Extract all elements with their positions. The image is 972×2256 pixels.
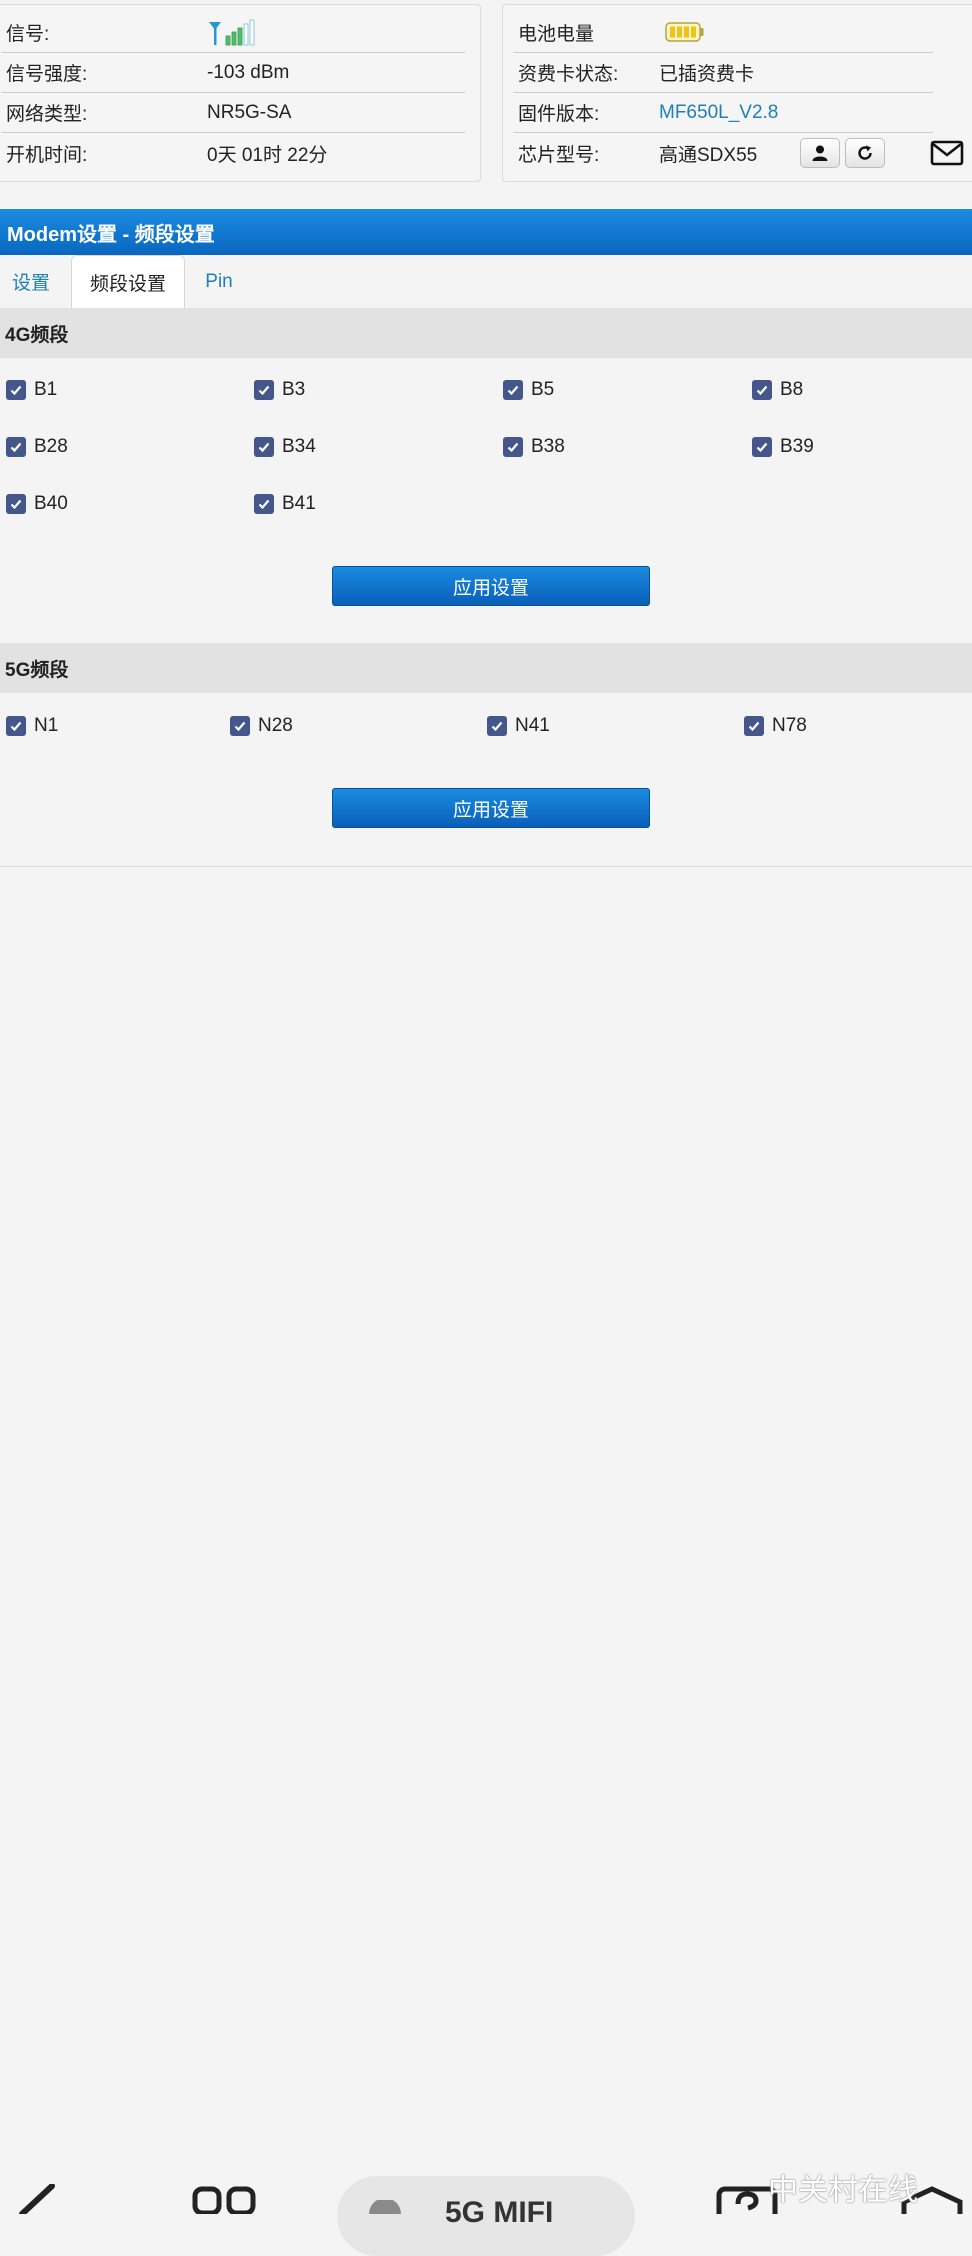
app-name-label: 5G MIFI: [445, 2196, 554, 2229]
band-checkbox-b41[interactable]: B41: [254, 489, 316, 519]
tab-pin[interactable]: Pin: [196, 255, 242, 308]
checkbox-checked-icon[interactable]: [752, 380, 772, 400]
band-label: B38: [531, 436, 565, 457]
band-checkbox-b28[interactable]: B28: [6, 432, 68, 462]
checkbox-checked-icon[interactable]: [6, 380, 26, 400]
band-label: B28: [34, 436, 68, 457]
tab-bar: 设置 频段设置 Pin: [0, 255, 972, 308]
band-label: N41: [515, 715, 550, 736]
tab-band-settings[interactable]: 频段设置: [71, 255, 185, 308]
band-checkbox-b5[interactable]: B5: [503, 375, 554, 405]
firmware-label: 固件版本:: [518, 104, 600, 125]
checkbox-checked-icon[interactable]: [6, 494, 26, 514]
pencil-icon[interactable]: [18, 2184, 58, 2214]
band-checkbox-n28[interactable]: N28: [230, 711, 293, 741]
sim-status-label: 资费卡状态:: [518, 64, 619, 85]
band-checkbox-b40[interactable]: B40: [6, 489, 68, 519]
refresh-icon: [858, 145, 872, 160]
band-label: B40: [34, 493, 68, 514]
apply-4g-button[interactable]: 应用设置: [332, 566, 650, 606]
checkbox-checked-icon[interactable]: [503, 437, 523, 457]
band-checkbox-n41[interactable]: N41: [487, 711, 550, 741]
network-type-row: 网络类型: NR5G-SA: [1, 93, 465, 133]
mail-icon[interactable]: [930, 139, 964, 167]
sim-status-row: 资费卡状态: 已插资费卡: [513, 53, 933, 93]
band-label: B3: [282, 379, 306, 400]
uptime-label: 开机时间:: [6, 144, 88, 166]
band-checkbox-b38[interactable]: B38: [503, 432, 565, 462]
signal-row: 信号:: [1, 13, 465, 53]
watermark: 中关村在线: [768, 2174, 918, 2207]
device-status-panel: 信号: 信号强度: -103 dBm 网络类型: NR5G-SA 开机时间: 0…: [0, 4, 481, 182]
tab-settings[interactable]: 设置: [0, 255, 62, 308]
band-label: B5: [531, 379, 555, 400]
band-label: N1: [34, 715, 59, 736]
content-divider: [0, 866, 972, 867]
checkbox-checked-icon[interactable]: [752, 437, 772, 457]
band-label: N78: [772, 715, 807, 736]
signal-icon: [209, 19, 255, 46]
checkbox-checked-icon[interactable]: [487, 716, 507, 736]
firmware-version-link[interactable]: MF650L_V2.8: [659, 102, 778, 124]
page-title: Modem设置 - 频段设置: [0, 209, 972, 255]
uptime-row: 开机时间: 0天 01时 22分: [1, 133, 465, 173]
network-type-label: 网络类型:: [6, 104, 88, 125]
user-icon: [812, 145, 828, 161]
checkbox-checked-icon[interactable]: [254, 380, 274, 400]
apply-5g-button[interactable]: 应用设置: [332, 788, 650, 828]
refresh-button[interactable]: [845, 138, 885, 168]
checkbox-checked-icon[interactable]: [254, 437, 274, 457]
band-checkbox-n1[interactable]: N1: [6, 711, 58, 741]
band-5g-header: 5G频段: [0, 643, 972, 693]
band-label: B8: [780, 379, 804, 400]
chip-row: 芯片型号: 高通SDX55: [513, 133, 953, 173]
band-checkbox-b34[interactable]: B34: [254, 432, 316, 462]
sim-status-value: 已插资费卡: [659, 64, 755, 85]
apps-grid-icon[interactable]: [192, 2184, 258, 2214]
signal-strength-label: 信号强度:: [6, 64, 88, 85]
network-type-value: NR5G-SA: [207, 101, 292, 123]
chip-label: 芯片型号:: [518, 144, 600, 166]
checkbox-checked-icon[interactable]: [503, 380, 523, 400]
band-checkbox-b3[interactable]: B3: [254, 375, 305, 405]
checkbox-checked-icon[interactable]: [230, 716, 250, 736]
battery-icon: [665, 22, 704, 42]
checkbox-checked-icon[interactable]: [254, 494, 274, 514]
uptime-value: 0天 01时 22分: [207, 144, 328, 166]
firmware-row: 固件版本: MF650L_V2.8: [513, 93, 933, 133]
band-checkbox-b39[interactable]: B39: [752, 432, 814, 462]
band-label: B34: [282, 436, 316, 457]
checkbox-checked-icon[interactable]: [6, 716, 26, 736]
band-checkbox-n78[interactable]: N78: [744, 711, 807, 741]
chip-value: 高通SDX55: [659, 144, 758, 166]
band-4g-header: 4G频段: [0, 308, 972, 358]
checkbox-checked-icon[interactable]: [6, 437, 26, 457]
sim-status-panel: 电池电量 资费卡状态: 已插资费卡 固件版本: MF650L_V2.8 芯片型号…: [502, 4, 972, 182]
signal-label: 信号:: [6, 24, 50, 45]
band-checkbox-b8[interactable]: B8: [752, 375, 803, 405]
signal-strength-row: 信号强度: -103 dBm: [1, 53, 465, 93]
status-area: 信号: 信号强度: -103 dBm 网络类型: NR5G-SA 开机时间: 0…: [0, 0, 972, 188]
band-label: B41: [282, 493, 316, 514]
checkbox-checked-icon[interactable]: [744, 716, 764, 736]
battery-label: 电池电量: [518, 24, 595, 45]
band-label: N28: [258, 715, 293, 736]
battery-row: 电池电量: [513, 13, 933, 53]
user-button[interactable]: [800, 138, 840, 168]
app-icon: [369, 2200, 401, 2214]
band-label: B1: [34, 379, 58, 400]
band-checkbox-b1[interactable]: B1: [6, 375, 57, 405]
band-label: B39: [780, 436, 814, 457]
signal-strength-value: -103 dBm: [207, 61, 290, 83]
